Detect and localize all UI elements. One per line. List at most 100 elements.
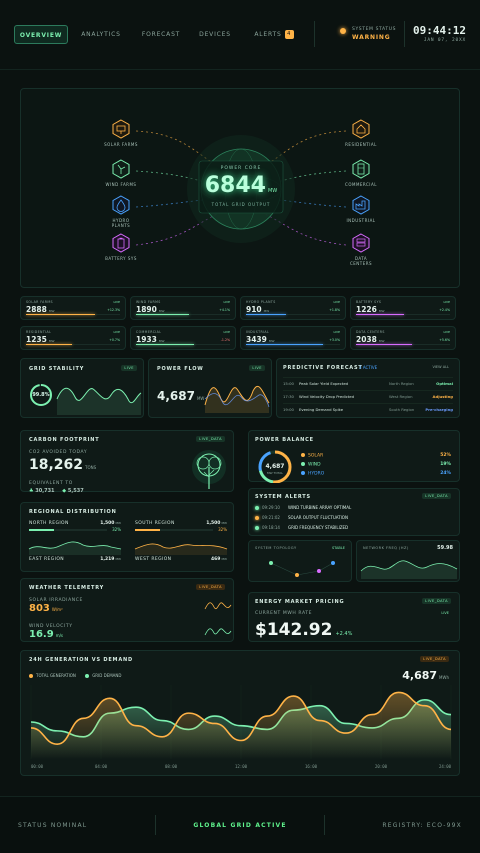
- forecast-row[interactable]: 15:00 Peak Solar Yield Expected North Regi…: [283, 377, 453, 388]
- equivalent-label: EQUIVALENT TO: [29, 481, 73, 486]
- node-residential[interactable]: RESIDENTIAL: [343, 119, 379, 147]
- forecast-status: Pre-charging: [425, 407, 453, 412]
- node-label: COMMERCIAL: [345, 182, 377, 187]
- topology-panel: SYSTEM TOPOLOGY STABLE: [248, 540, 352, 582]
- forecast-time: 19:00: [283, 407, 294, 412]
- stat-card[interactable]: INDUSTRIAL LIVE 3439 MW +3.0%: [240, 326, 346, 350]
- building-icon: [352, 159, 370, 179]
- power-core-panel: SOLAR FARMS WIND FARMS HYDRO PLANTS BATT…: [20, 88, 460, 288]
- x-tick-label: 20:00: [375, 764, 388, 769]
- alert-item[interactable]: 09:29:10 WIND TURBINE ARRAY OPTIMAL: [255, 505, 453, 510]
- alert-status-dot: [255, 526, 259, 530]
- live-badge: LIVE: [333, 330, 340, 334]
- network-freq-sparkline: [360, 560, 458, 579]
- tab-forecast[interactable]: Forecast: [136, 25, 186, 44]
- tab-alerts[interactable]: Alerts 4: [250, 25, 298, 44]
- stat-label: BATTERY SYS: [356, 300, 382, 304]
- stat-delta: +0.7%: [109, 338, 120, 342]
- forecast-status: Adjusting: [432, 394, 453, 399]
- live-badge: LIVE_DATA: [196, 436, 225, 442]
- stat-card[interactable]: DATA CENTERS LIVE 2038 MW +5.6%: [350, 326, 456, 350]
- stability-gauge-chart: [30, 384, 142, 415]
- price-readout: $142.92 +2.4%: [255, 620, 352, 640]
- stat-bar-fill: [136, 343, 194, 345]
- equivalent-values: ♣ 30,731 ◆ 5,537: [29, 488, 84, 494]
- stat-delta: +12.3%: [107, 308, 120, 312]
- wind-icon: [112, 159, 130, 179]
- node-label: WIND FARMS: [105, 182, 137, 187]
- system-status-value: WARNING: [352, 34, 391, 41]
- node-commercial[interactable]: COMMERCIAL: [343, 159, 379, 187]
- forecast-event: Peak Solar Yield Expected: [299, 381, 349, 386]
- stat-unit: MW: [158, 309, 165, 313]
- alerts-count-badge: 4: [284, 30, 294, 39]
- alert-status-dot: [255, 506, 259, 510]
- stat-card[interactable]: COMMERCIAL LIVE 1933 MW -1.2%: [130, 326, 236, 350]
- weather-sparklines: [204, 602, 232, 636]
- node-industrial[interactable]: INDUSTRIAL: [343, 195, 379, 223]
- stat-card[interactable]: HYDRO PLANTS LIVE 910 MW +1.8%: [240, 296, 346, 320]
- stat-card[interactable]: SOLAR FARMS LIVE 2888 MW +12.3%: [20, 296, 126, 320]
- alert-item[interactable]: 09:18:14 GRID FREQUENCY STABILIZED: [255, 525, 453, 530]
- tree-icon: [192, 450, 226, 489]
- server-icon: [352, 233, 370, 253]
- legend-swatch: [301, 453, 305, 457]
- alert-text: SOLAR OUTPUT FLUCTUATION: [287, 515, 348, 520]
- co2-avoided-value: 18,262: [29, 457, 84, 473]
- forecast-status: Optimal: [436, 381, 453, 386]
- node-label: SOLAR FARMS: [104, 142, 138, 147]
- forecast-time: 17:30: [283, 394, 294, 399]
- balance-item-pct: 19%: [440, 462, 451, 467]
- co2-avoided-label: CO2 AVOIDED TODAY: [29, 450, 88, 455]
- stat-unit: MW: [158, 339, 165, 343]
- live-badge: LIVE: [223, 330, 230, 334]
- equiv-a-value: 30,731: [35, 488, 55, 494]
- forecast-row[interactable]: 17:30 Wind Velocity Drop Predicted West Re…: [283, 390, 453, 401]
- stat-card[interactable]: RESIDENTIAL LIVE 1235 MW +0.7%: [20, 326, 126, 350]
- node-data-centers[interactable]: DATA CENTERS: [343, 233, 379, 266]
- co2-avoided-unit: TONS: [85, 465, 97, 470]
- balance-item: HYDRO 24%: [301, 471, 451, 477]
- node-wind-farms[interactable]: WIND FARMS: [103, 159, 139, 187]
- node-battery-sys[interactable]: BATTERY SYS: [103, 233, 139, 261]
- live-badge: LIVE_DATA: [422, 493, 451, 499]
- live-badge: LIVE: [113, 330, 120, 334]
- view-all-link[interactable]: VIEW ALL: [432, 365, 449, 369]
- node-label: DATA CENTERS: [349, 256, 373, 266]
- alert-item[interactable]: 09:21:02 SOLAR OUTPUT FLUCTUATION: [255, 515, 453, 520]
- balance-sub: MW TOTAL: [266, 471, 284, 475]
- node-label: RESIDENTIAL: [345, 142, 377, 147]
- regional-sparklines: [28, 541, 228, 555]
- forecast-row[interactable]: 19:00 Evening Demand Spike South Region Pre…: [283, 403, 453, 414]
- tab-overview[interactable]: Overview: [14, 25, 68, 44]
- stat-unit: MW: [48, 309, 55, 313]
- stat-unit: MW: [268, 339, 275, 343]
- stat-unit: MW: [378, 339, 385, 343]
- stat-delta: +4.1%: [219, 308, 230, 312]
- power-core-unit: MW: [267, 188, 278, 194]
- alert-time: 09:21:02: [262, 515, 280, 520]
- node-hydro-plants[interactable]: HYDRO PLANTS: [103, 195, 139, 228]
- stat-bar-fill: [356, 343, 412, 345]
- factory-icon: [352, 195, 370, 215]
- stat-card[interactable]: BATTERY SYS LIVE 1226 MW +2.4%: [350, 296, 456, 320]
- power-core-value: 6844: [204, 173, 266, 198]
- node-solar-farms[interactable]: SOLAR FARMS: [103, 119, 139, 147]
- stat-label: DATA CENTERS: [356, 330, 385, 334]
- tab-analytics[interactable]: Analytics: [76, 25, 126, 44]
- system-status-label: SYSTEM STATUS: [352, 27, 397, 32]
- rate-live: LIVE: [441, 611, 449, 615]
- stat-delta: -1.2%: [220, 338, 230, 342]
- forecast-title: PREDICTIVE FORECAST: [283, 365, 363, 371]
- tab-devices[interactable]: Devices: [192, 25, 238, 44]
- stat-label: HYDRO PLANTS: [246, 300, 276, 304]
- x-tick-label: 24:00: [439, 764, 452, 769]
- system-alerts-panel: SYSTEM ALERTS LIVE_DATA 09:29:10 WIND TUR…: [248, 488, 460, 536]
- node-label: INDUSTRIAL: [346, 218, 376, 223]
- footer-registry: REGISTRY: ECO-99X: [382, 822, 462, 829]
- live-badge: LIVE: [113, 300, 120, 304]
- forecast-region: North Region: [389, 381, 414, 386]
- stat-bar-fill: [246, 313, 287, 315]
- stat-card[interactable]: WIND FARMS LIVE 1890 MW +4.1%: [130, 296, 236, 320]
- live-badge: LIVE: [223, 300, 230, 304]
